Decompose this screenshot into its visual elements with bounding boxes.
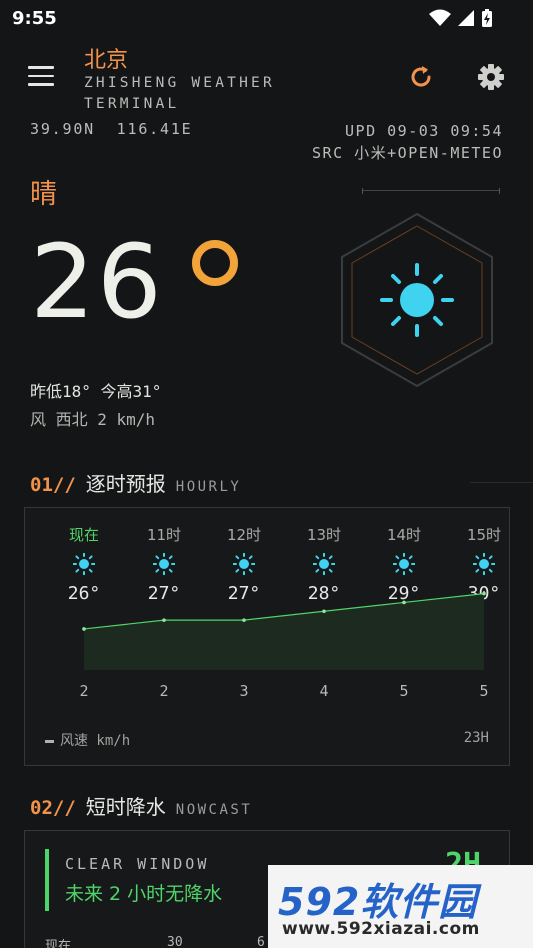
subtitle-line-2: TERMINAL: [84, 96, 180, 112]
section-number: 02//: [30, 797, 76, 819]
temp-area: [84, 593, 484, 670]
watermark: 592软件园 www.592xiazai.com: [268, 865, 533, 948]
temp-point: [162, 618, 166, 622]
legend-label: 风速 km/h: [60, 733, 131, 749]
axis-label: 6: [257, 935, 265, 948]
temp-point: [482, 591, 486, 596]
current-wind: 风 西北 2 km/h: [30, 410, 156, 429]
hours-range: 23H: [463, 730, 489, 746]
nowcast-section-header: 02// 短时降水 NOWCAST: [30, 791, 252, 820]
status-time: 9:55: [12, 8, 57, 29]
wind-legend: 风速 km/h: [45, 730, 130, 750]
watermark-logo: 592软件园: [278, 880, 478, 924]
latitude: 39.90N: [30, 120, 95, 138]
temp-point: [322, 609, 326, 614]
ruler-decoration: [362, 188, 500, 194]
divider: [470, 482, 533, 483]
menu-icon[interactable]: [28, 66, 54, 88]
hourly-section-header: 01// 逐时预报 HOURLY: [30, 468, 241, 497]
section-title: 逐时预报: [85, 472, 166, 496]
section-title: 短时降水: [85, 795, 166, 819]
section-title-en: NOWCAST: [175, 802, 253, 818]
sun-icon: [341, 212, 493, 388]
signal-icon: [458, 10, 474, 26]
low-high-temp: 昨低18° 今高31°: [30, 382, 162, 401]
axis-label: 现在: [45, 939, 72, 948]
section-title-en: HOURLY: [175, 479, 242, 495]
section-number: 01//: [30, 474, 76, 496]
temp-point: [402, 600, 406, 605]
watermark-url: www.592xiazai.com: [282, 919, 480, 939]
axis-label: 30: [167, 935, 183, 948]
app-subtitle: ZHISHENG WEATHER TERMINAL: [84, 73, 275, 115]
nowcast-status-cn: 未来 2 小时无降水: [65, 883, 223, 905]
city-name[interactable]: 北京: [84, 42, 128, 74]
nowcast-status-en: CLEAR WINDOW: [65, 855, 210, 873]
subtitle-line-1: ZHISHENG WEATHER: [84, 75, 275, 91]
status-bar: 9:55: [0, 0, 533, 38]
update-time: UPD 09-03 09:54: [345, 122, 503, 140]
coordinates: 39.90N 116.41E: [30, 120, 193, 138]
temp-point: [82, 627, 86, 631]
temperature-chart: [82, 591, 486, 670]
status-bar-accent: [45, 849, 49, 911]
gear-icon[interactable]: [476, 62, 506, 92]
current-temperature: 26: [30, 223, 164, 342]
update-info: UPD 09-03 09:54 SRC 小米+OPEN-METEO: [312, 120, 503, 164]
degree-symbol: [192, 240, 238, 286]
temp-point: [242, 618, 246, 622]
battery-icon: [482, 9, 492, 27]
current-condition: 晴: [30, 179, 57, 210]
hourly-forecast-card[interactable]: 现在26°211时27°212时27°313时28°414时29°515时30°…: [24, 507, 510, 766]
wifi-icon: [429, 9, 451, 26]
data-source: SRC 小米+OPEN-METEO: [312, 144, 503, 162]
status-icons: [429, 8, 493, 28]
refresh-icon[interactable]: [407, 63, 435, 91]
longitude: 116.41E: [116, 120, 193, 138]
